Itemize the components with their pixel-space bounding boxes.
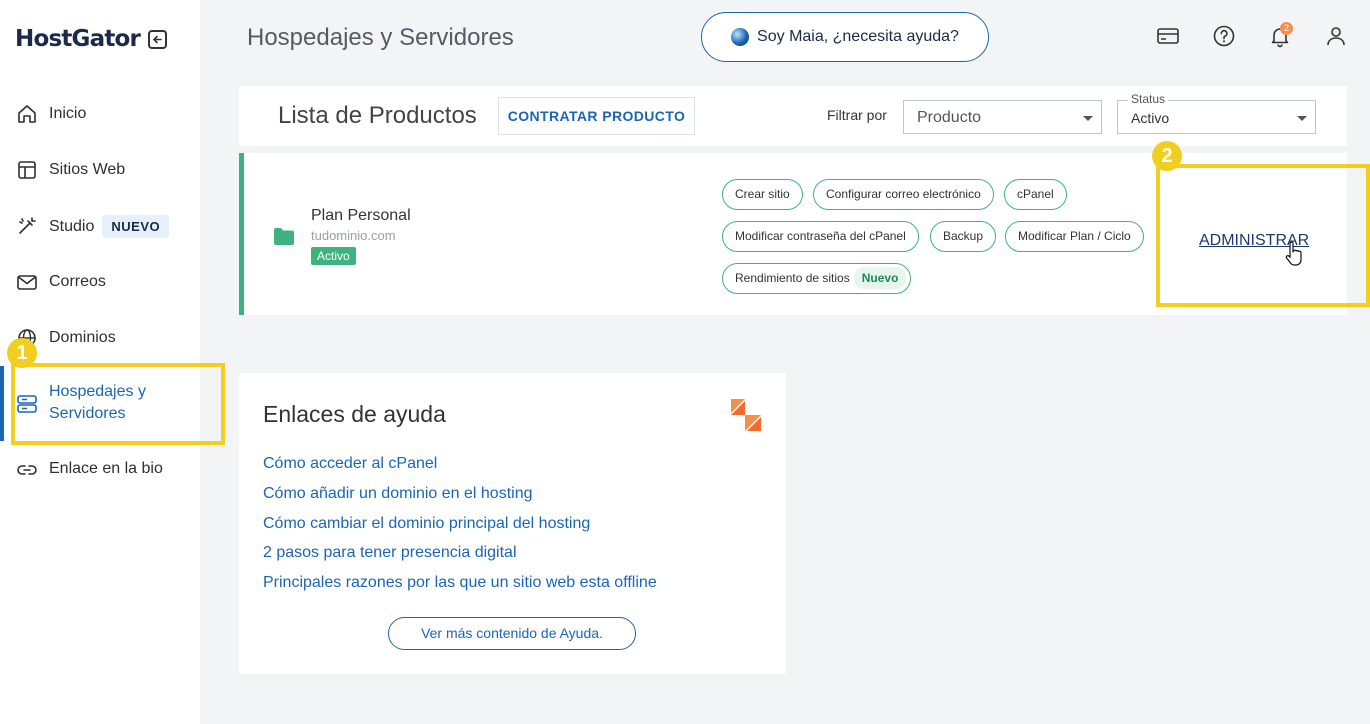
highlight-box-step2 [1156,164,1370,307]
notifications-button[interactable]: 2 [1268,22,1293,48]
collapse-sidebar-icon[interactable] [148,29,168,49]
sidebar-item-inicio[interactable]: Inicio [0,103,200,125]
chip-cpanel[interactable]: cPanel [1004,179,1067,210]
sidebar-item-label: Sitios Web [49,161,126,178]
home-icon [18,105,36,123]
magic-wand-icon [19,217,36,234]
sidebar-item-studio[interactable]: Studio NUEVO [0,214,200,238]
hostgator-logo[interactable]: HostGator [15,26,141,52]
maia-help-button[interactable]: Soy Maia, ¿necesita ayuda? [701,12,989,62]
mail-icon [17,275,37,290]
highlight-box-step1 [11,363,225,445]
link-icon [17,465,37,475]
sidebar-item-label: Studio NUEVO [49,214,170,238]
chip-backup[interactable]: Backup [930,221,997,252]
help-link-change-domain[interactable]: Cómo cambiar el dominio principal del ho… [263,515,590,533]
chip-modificar-plan[interactable]: Modificar Plan / Ciclo [1005,221,1144,252]
layout-icon [18,161,36,179]
new-badge: NUEVO [102,214,170,238]
filter-label: Filtrar por [827,107,887,123]
product-filter-value: Producto [917,109,982,126]
plan-name: Plan Personal [311,207,411,224]
new-badge: Nuevo [853,267,907,289]
sidebar-item-label: Dominios [49,329,116,346]
chevron-down-icon [1083,116,1093,121]
contract-product-button[interactable]: CONTRATAR PRODUCTO [498,97,695,135]
help-links-card: Enlaces de ayuda Cómo acceder al cPanel … [239,373,786,674]
sidebar-item-label: Enlace en la bio [49,460,163,477]
hostgator-mark-icon [731,399,761,431]
help-link-offline[interactable]: Principales razones por las que un sitio… [263,574,657,592]
sidebar-item-correos[interactable]: Correos [0,271,200,293]
help-link-presence[interactable]: 2 pasos para tener presencia digital [263,544,517,562]
step-badge-2: 2 [1152,141,1182,171]
sidebar-item-enlace-bio[interactable]: Enlace en la bio [0,458,200,480]
help-title: Enlaces de ayuda [263,401,446,427]
status-filter-select[interactable]: Status Activo [1117,92,1316,134]
product-filter-select[interactable]: Producto [903,100,1102,134]
chevron-down-icon [1297,116,1307,121]
chip-rendimiento-sitios[interactable]: Rendimiento de sitios Nuevo [722,263,912,294]
status-badge: Activo [311,247,356,265]
chip-crear-sitio[interactable]: Crear sitio [722,179,803,210]
step-badge-1: 1 [7,338,37,368]
help-icon[interactable] [1212,24,1236,48]
folder-icon [274,228,294,245]
logo-row: HostGator [15,26,168,52]
help-link-add-domain[interactable]: Cómo añadir un dominio en el hosting [263,485,533,503]
help-link-cpanel[interactable]: Cómo acceder al cPanel [263,455,437,473]
sidebar-item-sitios-web[interactable]: Sitios Web [0,159,200,181]
sidebar-item-label-text: Studio [49,217,95,235]
notification-count-badge: 2 [1280,22,1293,35]
more-help-button[interactable]: Ver más contenido de Ayuda. [388,617,636,650]
user-icon[interactable] [1324,24,1348,48]
credit-card-icon[interactable] [1156,24,1180,48]
status-filter-value: Activo [1131,110,1170,126]
chip-label: Rendimiento de sitios [735,271,850,285]
product-list-header: Lista de Productos CONTRATAR PRODUCTO Fi… [239,86,1347,146]
hand-cursor-icon [1285,241,1302,266]
status-filter-label: Status [1128,92,1169,106]
product-list-title: Lista de Productos [278,102,477,129]
chip-configurar-correo[interactable]: Configurar correo electrónico [813,179,994,210]
maia-help-label: Soy Maia, ¿necesita ayuda? [757,28,959,45]
page-title: Hospedajes y Servidores [247,24,514,51]
sidebar-item-label: Inicio [49,105,87,122]
chip-modificar-contrasena[interactable]: Modificar contraseña del cPanel [722,221,919,252]
plan-domain: tudominio.com [311,228,396,243]
maia-orb-icon [731,28,750,46]
sidebar-item-label: Correos [49,273,106,290]
